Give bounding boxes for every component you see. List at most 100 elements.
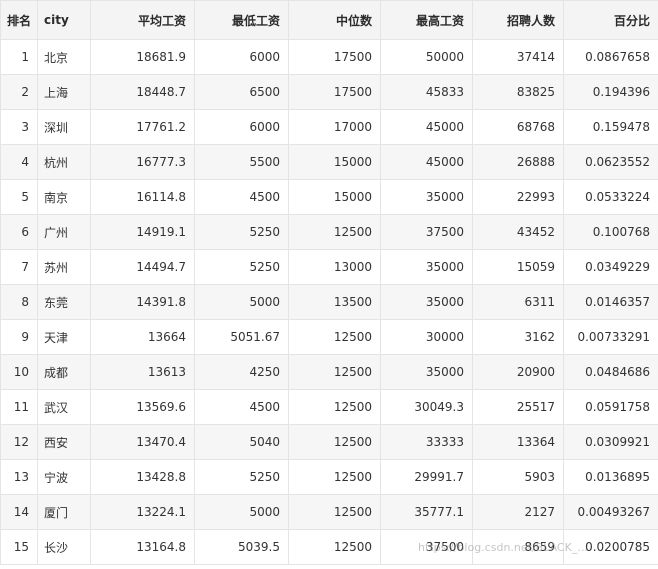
cell-min-salary: 5000: [194, 494, 289, 530]
table-row[interactable]: 14 厦门 13224.1 5000 12500 35777.1 2127 0.0049326…: [0, 494, 658, 530]
header-hire-count[interactable]: 招聘人数: [472, 0, 564, 40]
cell-min-salary: 5039.5: [194, 529, 289, 565]
header-percentage[interactable]: 百分比: [563, 0, 658, 40]
cell-median: 15000: [288, 144, 381, 180]
cell-min-salary: 5051.67: [194, 319, 289, 355]
cell-percentage: 0.0200785: [563, 529, 658, 565]
cell-avg-salary: 14919.1: [90, 214, 195, 250]
cell-rank: 1: [0, 39, 38, 75]
cell-max-salary: 37500: [380, 214, 473, 250]
cell-min-salary: 5000: [194, 284, 289, 320]
cell-avg-salary: 14391.8: [90, 284, 195, 320]
header-city[interactable]: city: [37, 0, 91, 40]
cell-hire-count: 2127: [472, 494, 564, 530]
cell-max-salary: 45000: [380, 144, 473, 180]
cell-median: 17500: [288, 74, 381, 110]
cell-max-salary: 45000: [380, 109, 473, 145]
table-row[interactable]: 6 广州 14919.1 5250 12500 37500 43452 0.100768: [0, 214, 658, 250]
table-row[interactable]: 11 武汉 13569.6 4500 12500 30049.3 25517 0.059175…: [0, 389, 658, 425]
table-row[interactable]: 7 苏州 14494.7 5250 13000 35000 15059 0.0349229: [0, 249, 658, 285]
header-rank[interactable]: 排名: [0, 0, 38, 40]
cell-median: 13500: [288, 284, 381, 320]
cell-city: 西安: [37, 424, 91, 460]
cell-city: 南京: [37, 179, 91, 215]
cell-avg-salary: 13569.6: [90, 389, 195, 425]
table-row[interactable]: 1 北京 18681.9 6000 17500 50000 37414 0.0867658: [0, 39, 658, 75]
cell-percentage: 0.159478: [563, 109, 658, 145]
cell-hire-count: 68768: [472, 109, 564, 145]
cell-rank: 3: [0, 109, 38, 145]
salary-table: 排名 city 平均工资 最低工资 中位数 最高工资 招聘人数 百分比 1 北京 1…: [0, 0, 658, 565]
cell-hire-count: 83825: [472, 74, 564, 110]
cell-avg-salary: 17761.2: [90, 109, 195, 145]
cell-min-salary: 6000: [194, 39, 289, 75]
cell-avg-salary: 16777.3: [90, 144, 195, 180]
cell-avg-salary: 13470.4: [90, 424, 195, 460]
cell-min-salary: 5040: [194, 424, 289, 460]
header-avg-salary[interactable]: 平均工资: [90, 0, 195, 40]
cell-median: 12500: [288, 459, 381, 495]
cell-max-salary: 35000: [380, 284, 473, 320]
cell-max-salary: 33333: [380, 424, 473, 460]
cell-median: 15000: [288, 179, 381, 215]
cell-max-salary: 37500: [380, 529, 473, 565]
cell-median: 12500: [288, 319, 381, 355]
cell-hire-count: 20900: [472, 354, 564, 390]
table-row[interactable]: 4 杭州 16777.3 5500 15000 45000 26888 0.0623552: [0, 144, 658, 180]
cell-max-salary: 35000: [380, 179, 473, 215]
cell-median: 12500: [288, 494, 381, 530]
table-row[interactable]: 5 南京 16114.8 4500 15000 35000 22993 0.0533224: [0, 179, 658, 215]
cell-rank: 6: [0, 214, 38, 250]
cell-city: 成都: [37, 354, 91, 390]
cell-rank: 14: [0, 494, 38, 530]
cell-hire-count: 3162: [472, 319, 564, 355]
cell-percentage: 0.100768: [563, 214, 658, 250]
cell-city: 杭州: [37, 144, 91, 180]
table-row[interactable]: 15 长沙 13164.8 5039.5 12500 37500 8659 0.0200785: [0, 529, 658, 565]
cell-max-salary: 35777.1: [380, 494, 473, 530]
table-row[interactable]: 9 天津 13664 5051.67 12500 30000 3162 0.00733291: [0, 319, 658, 355]
cell-avg-salary: 18448.7: [90, 74, 195, 110]
cell-city: 东莞: [37, 284, 91, 320]
table-row[interactable]: 2 上海 18448.7 6500 17500 45833 83825 0.194396: [0, 74, 658, 110]
cell-hire-count: 15059: [472, 249, 564, 285]
cell-min-salary: 4250: [194, 354, 289, 390]
cell-hire-count: 6311: [472, 284, 564, 320]
cell-rank: 9: [0, 319, 38, 355]
header-min-salary[interactable]: 最低工资: [194, 0, 289, 40]
table-row[interactable]: 8 东莞 14391.8 5000 13500 35000 6311 0.0146357: [0, 284, 658, 320]
cell-city: 厦门: [37, 494, 91, 530]
cell-percentage: 0.0349229: [563, 249, 658, 285]
cell-avg-salary: 13664: [90, 319, 195, 355]
table-header-row: 排名 city 平均工资 最低工资 中位数 最高工资 招聘人数 百分比: [0, 0, 658, 40]
cell-city: 苏州: [37, 249, 91, 285]
cell-median: 12500: [288, 354, 381, 390]
cell-hire-count: 13364: [472, 424, 564, 460]
table-row[interactable]: 3 深圳 17761.2 6000 17000 45000 68768 0.159478: [0, 109, 658, 145]
header-max-salary[interactable]: 最高工资: [380, 0, 473, 40]
cell-rank: 8: [0, 284, 38, 320]
cell-hire-count: 25517: [472, 389, 564, 425]
table-row[interactable]: 12 西安 13470.4 5040 12500 33333 13364 0.0309921: [0, 424, 658, 460]
cell-percentage: 0.00493267: [563, 494, 658, 530]
cell-city: 上海: [37, 74, 91, 110]
cell-median: 12500: [288, 424, 381, 460]
cell-median: 12500: [288, 529, 381, 565]
cell-avg-salary: 14494.7: [90, 249, 195, 285]
header-median[interactable]: 中位数: [288, 0, 381, 40]
cell-rank: 13: [0, 459, 38, 495]
cell-city: 长沙: [37, 529, 91, 565]
cell-min-salary: 6500: [194, 74, 289, 110]
table-row[interactable]: 10 成都 13613 4250 12500 35000 20900 0.0484686: [0, 354, 658, 390]
cell-min-salary: 6000: [194, 109, 289, 145]
cell-avg-salary: 16114.8: [90, 179, 195, 215]
cell-rank: 4: [0, 144, 38, 180]
table-row[interactable]: 13 宁波 13428.8 5250 12500 29991.7 5903 0.0136895: [0, 459, 658, 495]
cell-rank: 10: [0, 354, 38, 390]
cell-min-salary: 4500: [194, 389, 289, 425]
cell-min-salary: 5250: [194, 459, 289, 495]
cell-avg-salary: 13224.1: [90, 494, 195, 530]
cell-max-salary: 30000: [380, 319, 473, 355]
cell-median: 12500: [288, 389, 381, 425]
cell-avg-salary: 13613: [90, 354, 195, 390]
